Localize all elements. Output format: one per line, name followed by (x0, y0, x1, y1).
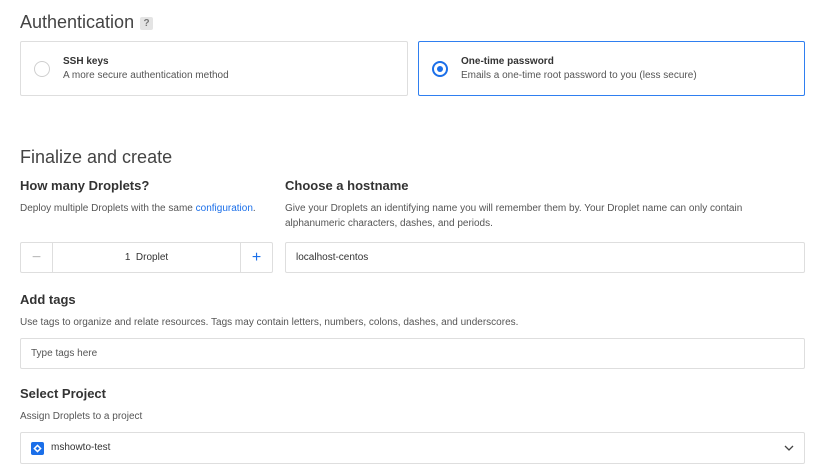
hostname-help: Give your Droplets an identifying name y… (285, 201, 742, 231)
project-select-value: mshowto-test (51, 442, 111, 453)
hostname-input[interactable] (285, 242, 805, 273)
configuration-link[interactable]: configuration (196, 203, 253, 214)
radio-ssh-keys[interactable] (34, 61, 50, 77)
project-icon (31, 442, 44, 455)
hostname-title: Choose a hostname (285, 178, 409, 193)
create-droplet-page: Authentication? SSH keys A more secure a… (0, 0, 825, 476)
finalize-heading: Finalize and create (20, 147, 173, 167)
tags-title: Add tags (20, 292, 76, 307)
tags-help: Use tags to organize and relate resource… (20, 317, 519, 328)
decrement-button[interactable]: − (21, 243, 53, 272)
auth-option-description: Emails a one-time root password to you (… (461, 70, 697, 81)
hostname-help-line: Give your Droplets an identifying name y… (285, 203, 743, 214)
project-help: Assign Droplets to a project (20, 411, 143, 422)
auth-option-ssh-keys[interactable]: SSH keys A more secure authentication me… (20, 41, 408, 96)
project-title: Select Project (20, 386, 106, 401)
auth-option-title: One-time password (461, 56, 554, 67)
droplets-help-text: Deploy multiple Droplets with the same (20, 203, 196, 214)
auth-option-title: SSH keys (63, 56, 109, 67)
droplets-help-suffix: . (252, 203, 256, 214)
droplet-quantity-stepper: − 1 Droplet + (20, 242, 273, 273)
increment-button[interactable]: + (240, 243, 272, 272)
auth-option-one-time-password[interactable]: One-time password Emails a one-time root… (418, 41, 805, 96)
tags-input[interactable] (20, 338, 805, 369)
droplet-quantity-value[interactable]: 1 Droplet (54, 243, 239, 272)
authentication-title: Authentication (20, 12, 135, 32)
auth-option-description: A more secure authentication method (63, 70, 229, 81)
droplets-count-title: How many Droplets? (20, 178, 150, 193)
chevron-down-icon (784, 445, 794, 451)
radio-one-time-password[interactable] (432, 61, 448, 77)
help-icon[interactable]: ? (140, 17, 154, 30)
project-select[interactable]: mshowto-test (20, 432, 805, 464)
droplets-count-help: Deploy multiple Droplets with the same c… (20, 201, 256, 216)
hostname-help-line: alphanumeric characters, dashes, and per… (285, 218, 493, 229)
authentication-heading: Authentication? (20, 11, 154, 33)
